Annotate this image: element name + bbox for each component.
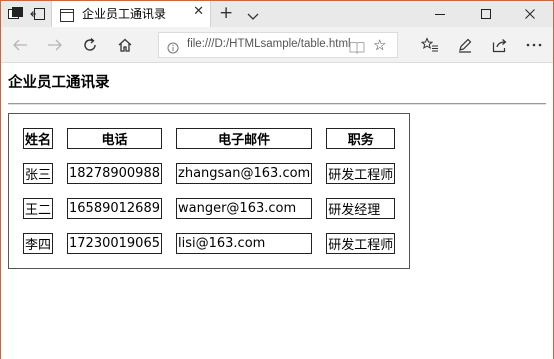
page-title: 企业员工通讯录	[8, 75, 110, 91]
header-position: 职务	[326, 128, 396, 149]
employee-table: 姓名 电话 电子邮件 职务 张三 18278900988 zhangsan@16…	[8, 113, 411, 269]
header-phone: 电话	[67, 128, 162, 149]
table-row: 张三 18278900988 zhangsan@163.com 研发工程师	[23, 163, 396, 184]
cell-phone: 16589012689	[67, 198, 162, 219]
pen-icon[interactable]	[456, 36, 474, 54]
refresh-icon[interactable]	[81, 36, 99, 54]
url-text[interactable]: file:///D:/HTMLsample/table.html	[187, 38, 351, 50]
minimize-icon[interactable]	[417, 1, 463, 27]
tab-title: 企业员工通讯录	[82, 7, 167, 21]
cell-email: wanger@163.com	[176, 198, 313, 219]
share-icon[interactable]	[491, 36, 509, 54]
cell-position: 研发经理	[326, 198, 396, 219]
title-bar: 企业员工通讯录 ✕ +	[1, 1, 553, 27]
chevron-down-icon[interactable]	[247, 6, 259, 25]
header-name: 姓名	[23, 128, 54, 149]
browser-window: 企业员工通讯录 ✕ + file:///D:/HTMLsample/table.…	[0, 0, 554, 359]
back-arrow-icon[interactable]	[11, 36, 29, 54]
plus-icon[interactable]: +	[219, 3, 233, 23]
home-icon[interactable]	[116, 36, 134, 54]
close-window-icon[interactable]	[507, 1, 553, 27]
page-content: 企业员工通讯录 姓名 电话 电子邮件 职务 张三 18278900988 zha…	[1, 64, 553, 359]
book-icon[interactable]	[349, 39, 365, 58]
tab-actions-icon[interactable]	[7, 5, 25, 23]
close-icon[interactable]: ✕	[193, 4, 204, 19]
cell-name: 李四	[23, 233, 54, 254]
cell-name: 王二	[23, 198, 54, 219]
star-icon[interactable]: ☆	[373, 36, 386, 54]
info-icon[interactable]	[167, 39, 179, 58]
cell-email: lisi@163.com	[176, 233, 313, 254]
favorites-icon[interactable]	[421, 36, 439, 54]
table-row: 王二 16589012689 wanger@163.com 研发经理	[23, 198, 396, 219]
forward-arrow-icon[interactable]	[46, 36, 64, 54]
more-icon[interactable]	[525, 36, 543, 54]
header-email: 电子邮件	[176, 128, 313, 149]
address-bar[interactable]: file:///D:/HTMLsample/table.html ☆	[158, 32, 398, 58]
cell-name: 张三	[23, 163, 54, 184]
maximize-icon[interactable]	[463, 1, 509, 27]
cell-phone: 17230019065	[67, 233, 162, 254]
table-row: 李四 17230019065 lisi@163.com 研发工程师	[23, 233, 396, 254]
tab-active[interactable]: 企业员工通讯录 ✕	[51, 1, 211, 27]
page-icon	[60, 7, 74, 26]
cell-email: zhangsan@163.com	[176, 163, 313, 184]
table-header-row: 姓名 电话 电子邮件 职务	[23, 128, 396, 149]
cell-position: 研发工程师	[326, 163, 396, 184]
cell-phone: 18278900988	[67, 163, 162, 184]
cell-position: 研发工程师	[326, 233, 396, 254]
navigation-bar: file:///D:/HTMLsample/table.html ☆	[1, 27, 553, 63]
divider	[8, 103, 546, 105]
set-aside-tabs-icon[interactable]	[29, 5, 47, 23]
